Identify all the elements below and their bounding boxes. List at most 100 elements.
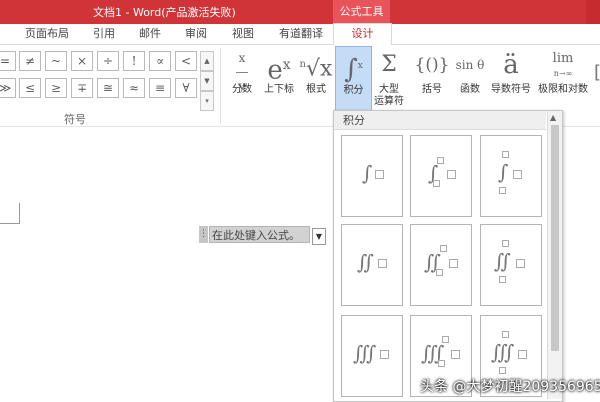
function-icon: sin θ xyxy=(455,58,485,72)
bracket-button[interactable]: {()} 括号 xyxy=(414,46,450,110)
bracket-icon: {()} xyxy=(414,55,450,75)
accent-icon: ä xyxy=(503,50,519,80)
symbol-congruent[interactable]: ≅ xyxy=(97,78,119,98)
placeholder-box xyxy=(451,350,460,359)
placeholder-box xyxy=(433,180,440,187)
placeholder-box xyxy=(436,269,443,276)
placeholder-box xyxy=(502,240,509,247)
placeholder-box xyxy=(380,350,389,359)
placeholder-box xyxy=(499,187,506,194)
accent-button[interactable]: ä 导数符号 xyxy=(488,46,534,110)
tab-references[interactable]: 引用 xyxy=(93,24,115,44)
tab-review[interactable]: 审阅 xyxy=(185,24,207,44)
script-button[interactable]: ex 上下标 xyxy=(261,46,297,110)
title-bar-edge xyxy=(586,0,600,24)
integral-icon: ∫x xyxy=(344,54,363,85)
placeholder-box xyxy=(449,259,458,268)
integral-glyph-icon: ∫ xyxy=(362,161,373,185)
bracket-label: 括号 xyxy=(422,84,442,95)
symbol-divide[interactable]: ÷ xyxy=(97,51,119,71)
margin-marker xyxy=(0,203,20,224)
symbol-times[interactable]: × xyxy=(71,51,93,71)
scroll-up-icon[interactable]: ▲ xyxy=(200,51,214,71)
equation-handle-icon[interactable]: ⋮ xyxy=(199,226,208,243)
placeholder-box xyxy=(518,350,527,359)
gallery-scroll-up-icon[interactable]: ▲ xyxy=(550,113,556,122)
group-divider xyxy=(220,48,221,124)
placeholder-box xyxy=(499,276,506,283)
gallery-scrollbar[interactable]: ▲ xyxy=(547,111,562,399)
group-label-symbols: 符号 xyxy=(64,113,86,126)
symbol-for-all[interactable]: ∀ xyxy=(175,78,197,98)
integral-option-double[interactable]: ∬ xyxy=(341,224,403,306)
symbol-less-equal[interactable]: ≤ xyxy=(19,78,41,98)
placeholder-box xyxy=(378,259,387,268)
radical-label: 根式 xyxy=(306,84,326,95)
tab-mailings[interactable]: 邮件 xyxy=(139,24,161,44)
radical-button[interactable]: n√x 根式 xyxy=(299,46,333,110)
symbol-not-equal[interactable]: ≠ xyxy=(19,51,41,71)
large-operator-button[interactable]: Σ 大型 运算符 xyxy=(371,46,407,110)
integral-button[interactable]: ∫x 积分 xyxy=(335,46,372,112)
integral-glyph-icon: ∫ xyxy=(498,160,509,184)
gallery-header: 积分 xyxy=(334,111,546,130)
placeholder-box xyxy=(438,360,445,367)
gallery-expand-icon[interactable]: ▾ xyxy=(200,91,214,111)
symbol-greater-equal[interactable]: ≥ xyxy=(45,78,67,98)
tab-page-layout[interactable]: 页面布局 xyxy=(25,24,69,44)
tab-design[interactable]: 设计 xyxy=(333,23,392,46)
double-integral-glyph-icon: ∬ xyxy=(494,249,512,273)
large-operator-label: 大型 运算符 xyxy=(374,84,404,107)
radical-icon: n√x xyxy=(299,56,333,82)
symbol-proportional[interactable]: ∝ xyxy=(149,51,171,71)
symbol-factorial[interactable]: ! xyxy=(123,51,145,71)
placeholder-box xyxy=(502,331,509,338)
fraction-button[interactable]: x ― y 分数 xyxy=(226,46,258,110)
integral-option-triple[interactable]: ∭ xyxy=(341,315,403,397)
symbol-much-greater[interactable]: ≫ xyxy=(0,78,16,98)
superscript-icon: ex xyxy=(267,55,291,86)
double-integral-glyph-icon: ∬ xyxy=(357,250,375,274)
ribbon-tab-bar: 页面布局 引用 邮件 审阅 视图 有道翻译 设计 xyxy=(0,23,600,46)
placeholder-box xyxy=(440,245,447,252)
placeholder-box xyxy=(375,170,384,179)
symbol-identical[interactable]: ≡ xyxy=(149,78,171,98)
title-bar: 文档1 - Word(产品激活失败) 公式工具 xyxy=(0,0,600,24)
tab-youdao-translate[interactable]: 有道翻译 xyxy=(279,24,323,44)
triple-integral-glyph-icon: ∭ xyxy=(491,340,515,364)
more-structures-icon: [ xyxy=(594,62,600,83)
symbol-approx[interactable]: ≈ xyxy=(123,78,145,98)
symbol-gallery-scroll: ▲ ▼ ▾ xyxy=(200,51,214,111)
symbol-minus-plus[interactable]: ∓ xyxy=(71,78,93,98)
integral-label: 积分 xyxy=(343,85,364,96)
placeholder-box xyxy=(513,170,522,179)
symbol-tilde[interactable]: ~ xyxy=(45,51,67,71)
symbol-equals[interactable]: = xyxy=(0,51,16,71)
function-label: 函数 xyxy=(460,84,480,95)
integral-option-double-limits-stacked[interactable]: ∬ xyxy=(480,224,542,306)
fraction-icon: x ― y xyxy=(236,51,248,93)
tab-view[interactable]: 视图 xyxy=(232,24,254,44)
function-button[interactable]: sin θ 函数 xyxy=(452,46,488,110)
placeholder-box xyxy=(516,259,525,268)
gallery-scroll-thumb[interactable] xyxy=(551,125,559,351)
equation-options-dropdown[interactable]: ▼ xyxy=(312,228,326,245)
watermark: 头条 @大梦初醒209356965 xyxy=(420,379,600,395)
integral-option-single-limits-stacked[interactable]: ∫ xyxy=(480,135,542,217)
integral-option-single[interactable]: ∫ xyxy=(341,135,403,217)
equation-placeholder[interactable]: 在此处键入公式。 xyxy=(209,226,310,243)
sigma-icon: Σ xyxy=(381,52,397,77)
scroll-down-icon[interactable]: ▼ xyxy=(200,71,214,91)
integral-option-single-limits-side[interactable]: ∫ xyxy=(410,135,472,217)
fraction-label: 分数 xyxy=(232,84,252,95)
integral-gallery: 积分 ▲ ∫ ∫ ∫ ∬ ∬ ∬ ∭ ∭ ∭ xyxy=(333,110,563,402)
limit-icon: lim n→∞ xyxy=(552,51,574,79)
window-title: 文档1 - Word(产品激活失败) xyxy=(93,6,236,19)
placeholder-box xyxy=(447,170,456,179)
accent-label: 导数符号 xyxy=(491,84,531,95)
triple-integral-glyph-icon: ∭ xyxy=(353,341,377,365)
symbol-less-than[interactable]: < xyxy=(175,51,197,71)
limit-log-button[interactable]: lim n→∞ 极限和对数 xyxy=(535,46,591,110)
integral-option-double-limits-side[interactable]: ∬ xyxy=(410,224,472,306)
placeholder-box xyxy=(502,151,509,158)
